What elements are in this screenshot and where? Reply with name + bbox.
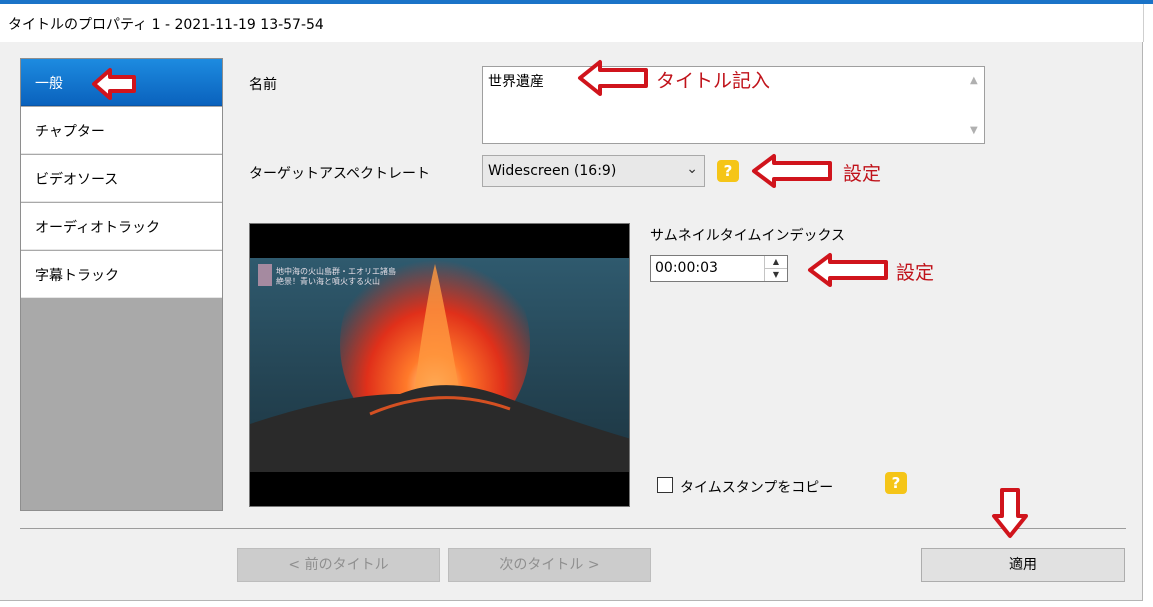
nav-item-label: 一般 — [35, 76, 63, 92]
copy-timestamp-label: タイムスタンプをコピー — [680, 480, 834, 496]
annotation-arrow-aspect-icon — [752, 154, 832, 188]
annotation-arrow-apply-icon — [992, 488, 1028, 538]
aspect-ratio-label: ターゲットアスペクトレート — [249, 166, 431, 182]
nav-item-label: 字幕トラック — [35, 268, 119, 284]
name-field-scrollbar[interactable]: ▲ ▼ — [966, 67, 984, 143]
annotation-arrow-name-icon — [578, 60, 648, 96]
annotation-arrow-thumbnail-icon — [808, 253, 888, 287]
nav-item-label: ビデオソース — [35, 172, 119, 188]
chevron-down-icon: ⌄ — [686, 161, 698, 177]
nav-item-audio-tracks[interactable]: オーディオトラック — [21, 203, 222, 250]
nav-item-subtitle-tracks[interactable]: 字幕トラック — [21, 251, 222, 298]
title-bar[interactable]: タイトルのプロパティ 1 - 2021-11-19 13-57-54 — [0, 4, 1144, 42]
nav-item-label: オーディオトラック — [35, 220, 161, 236]
nav-item-label: チャプター — [35, 124, 105, 140]
spin-up-icon[interactable]: ▲ — [765, 256, 787, 269]
nav-item-video-source[interactable]: ビデオソース — [21, 155, 222, 202]
footer-divider — [20, 528, 1126, 529]
scroll-up-icon[interactable]: ▲ — [970, 75, 978, 86]
thumbnail-index-label: サムネイルタイムインデックス — [650, 228, 846, 244]
next-title-button[interactable]: 次のタイトル > — [448, 548, 651, 582]
name-label: 名前 — [249, 77, 277, 93]
copy-timestamp-checkbox[interactable] — [657, 477, 673, 493]
apply-button[interactable]: 適用 — [921, 548, 1125, 582]
thumbnail-index-spinner[interactable]: 00:00:03 ▲ ▼ — [650, 255, 788, 282]
window-title: タイトルのプロパティ 1 - 2021-11-19 13-57-54 — [8, 17, 324, 33]
name-field-value: 世界遺産 — [488, 74, 544, 90]
nav-item-chapters[interactable]: チャプター — [21, 107, 222, 154]
thumbnail-preview: 地中海の火山島群・エオリエ諸島 絶景！青い海と噴火する火山 — [249, 223, 630, 507]
annotation-thumbnail-note: 設定 — [896, 262, 935, 284]
preview-caption-line1: 地中海の火山島群・エオリエ諸島 — [276, 266, 396, 276]
aspect-ratio-value: Widescreen (16:9) — [488, 163, 617, 179]
preview-caption-line2: 絶景！青い海と噴火する火山 — [276, 276, 380, 286]
prev-title-button[interactable]: < 前のタイトル — [237, 548, 440, 582]
aspect-ratio-select[interactable]: Widescreen (16:9) ⌄ — [482, 155, 705, 187]
annotation-arrow-general-icon — [92, 68, 136, 100]
spin-down-icon[interactable]: ▼ — [765, 269, 787, 281]
thumbnail-index-value: 00:00:03 — [655, 260, 718, 276]
timestamp-help-icon[interactable]: ? — [885, 472, 907, 494]
category-list: 一般 チャプター ビデオソース オーディオトラック 字幕トラック — [20, 58, 223, 511]
annotation-aspect-note: 設定 — [843, 163, 882, 185]
scroll-down-icon[interactable]: ▼ — [970, 125, 978, 136]
aspect-help-icon[interactable]: ? — [717, 160, 739, 182]
annotation-title-note: タイトル記入 — [656, 70, 771, 92]
spinner-buttons: ▲ ▼ — [764, 256, 787, 281]
